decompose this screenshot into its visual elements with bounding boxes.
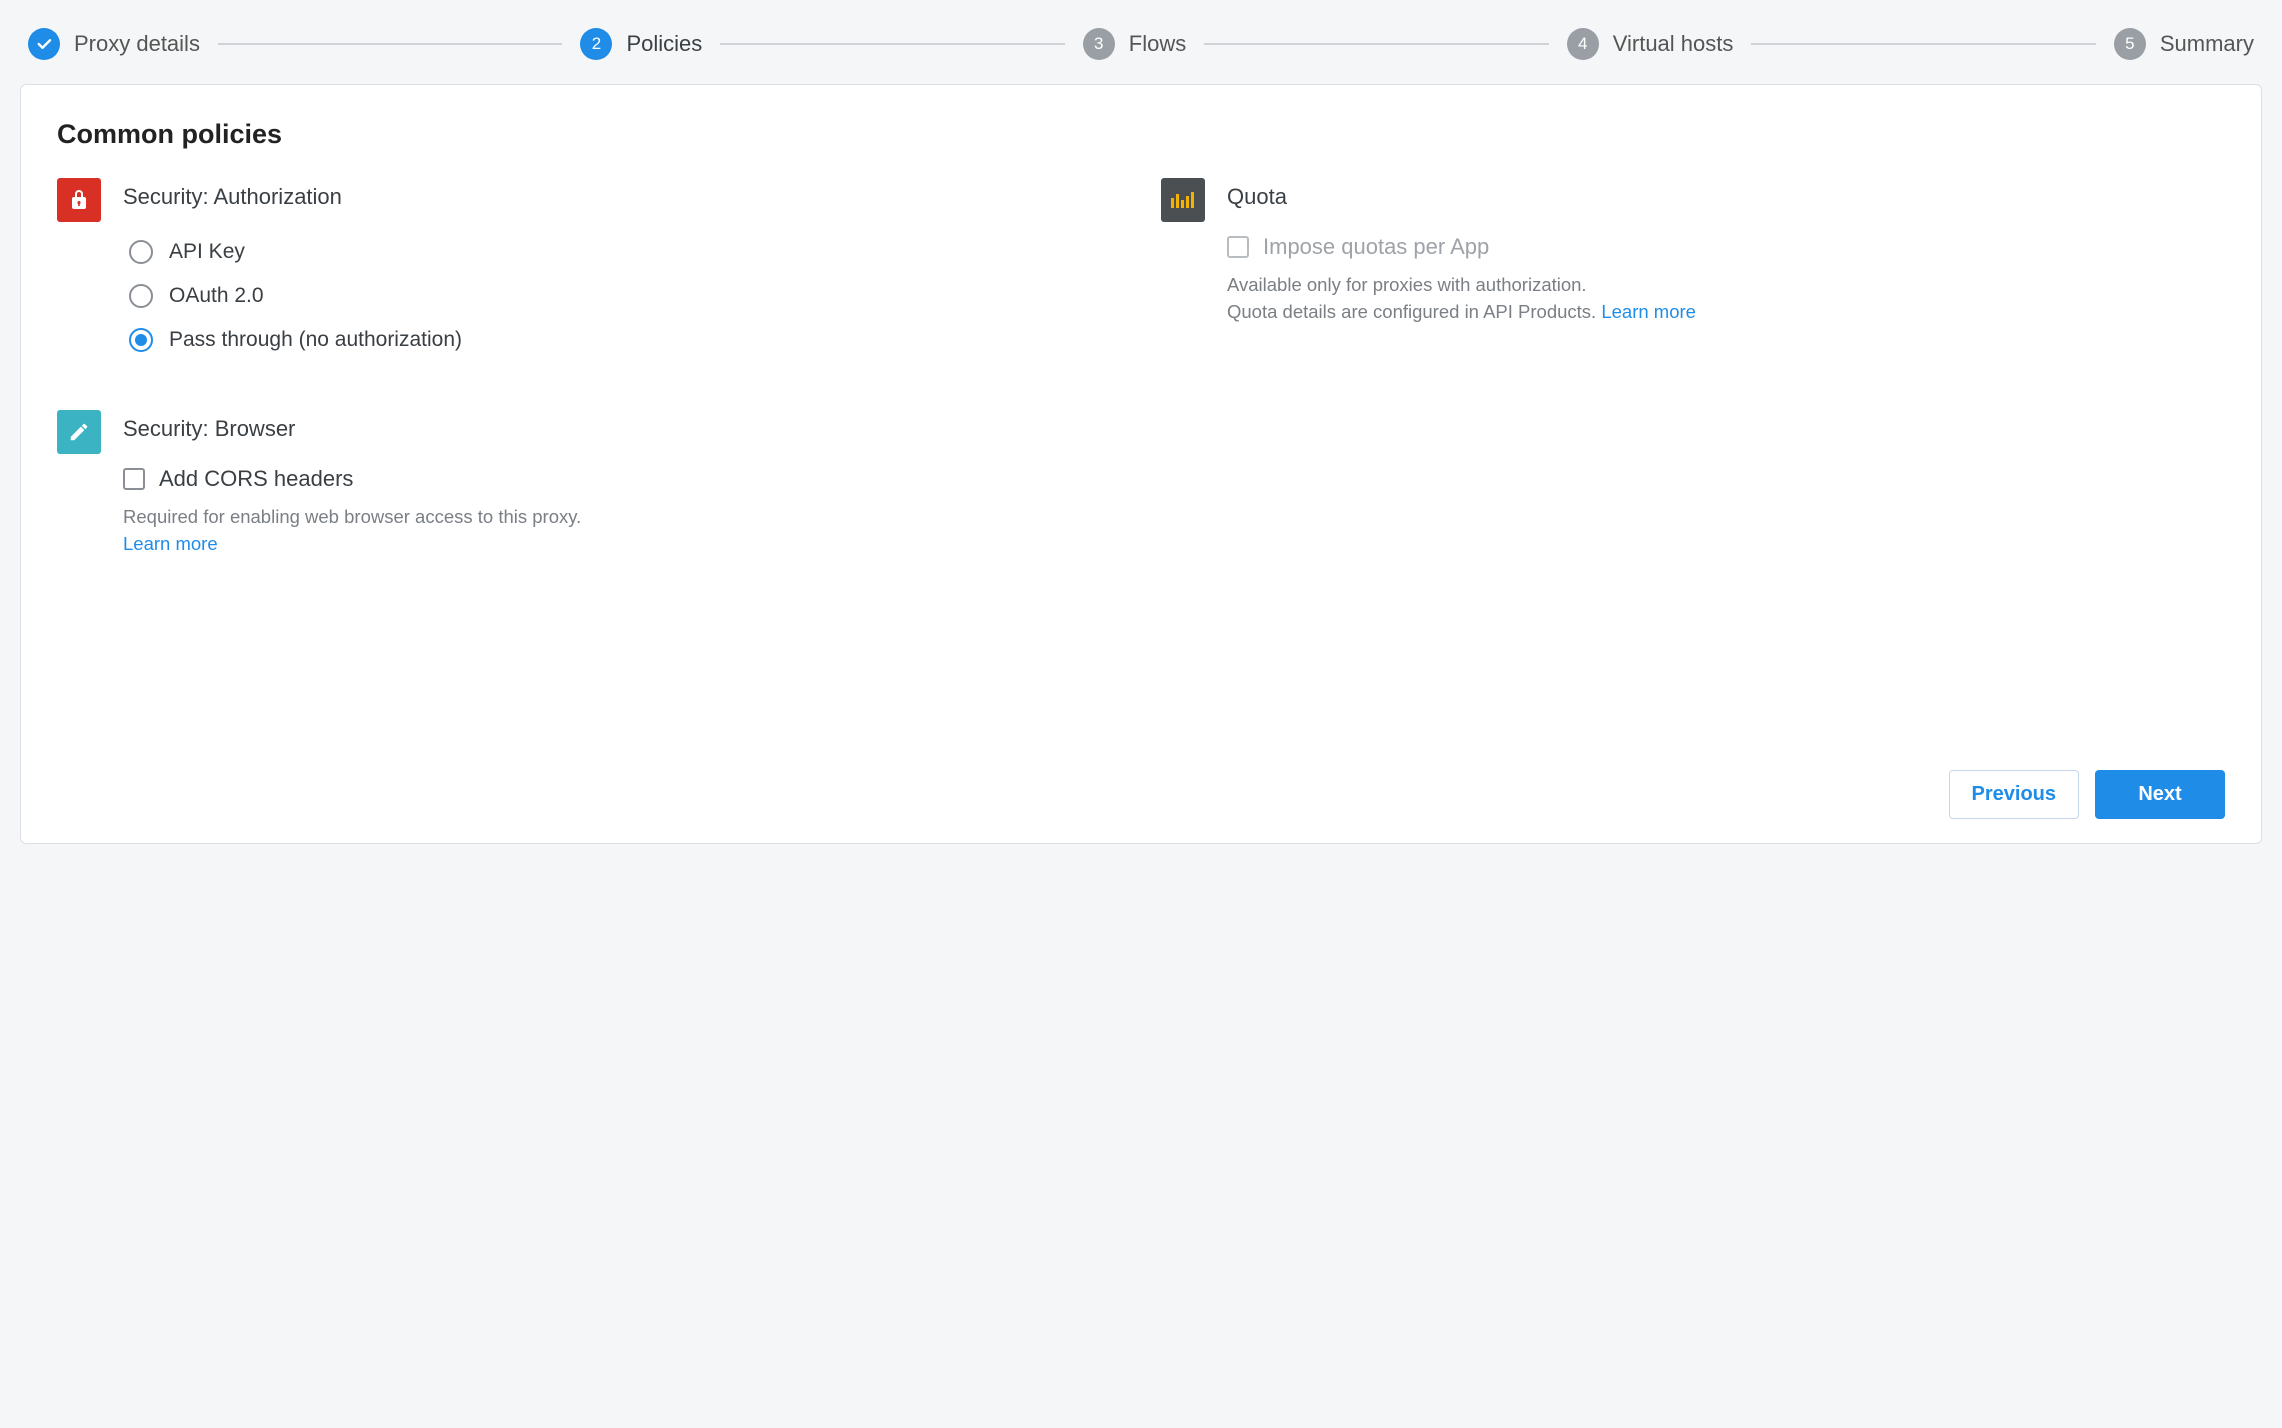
hint-text: Available only for proxies with authoriz…: [1227, 272, 2225, 326]
step-policies[interactable]: 2 Policies: [580, 28, 702, 60]
step-connector: [720, 43, 1065, 45]
wizard-footer: Previous Next: [57, 746, 2225, 819]
checkbox-icon: [123, 468, 145, 490]
step-label: Proxy details: [74, 31, 200, 57]
hint-line: Required for enabling web browser access…: [123, 506, 581, 527]
step-label: Summary: [2160, 31, 2254, 57]
step-number-icon: 4: [1567, 28, 1599, 60]
previous-button[interactable]: Previous: [1949, 770, 2079, 819]
checkbox-impose-quotas: Impose quotas per App: [1227, 230, 2225, 266]
section-quota: Quota Impose quotas per App Available on…: [1161, 178, 2225, 326]
radio-icon: [129, 284, 153, 308]
step-summary[interactable]: 5 Summary: [2114, 28, 2254, 60]
section-security-browser: Security: Browser Add CORS headers Requi…: [57, 410, 1121, 558]
bar-chart-icon: [1161, 178, 1205, 222]
radio-label: Pass through (no authorization): [169, 328, 462, 352]
wizard-stepper: Proxy details 2 Policies 3 Flows 4 Virtu…: [20, 20, 2262, 84]
step-proxy-details[interactable]: Proxy details: [28, 28, 200, 60]
checkbox-icon: [1227, 236, 1249, 258]
section-title: Security: Browser: [123, 416, 1121, 442]
hint-line: Quota details are configured in API Prod…: [1227, 301, 1596, 322]
step-virtual-hosts[interactable]: 4 Virtual hosts: [1567, 28, 1734, 60]
section-title: Security: Authorization: [123, 184, 1121, 210]
step-number-icon: 2: [580, 28, 612, 60]
section-title: Quota: [1227, 184, 2225, 210]
pencil-icon: [57, 410, 101, 454]
radio-api-key[interactable]: API Key: [123, 230, 1121, 274]
step-flows[interactable]: 3 Flows: [1083, 28, 1186, 60]
checkbox-add-cors-headers[interactable]: Add CORS headers: [123, 462, 1121, 498]
checkbox-label: Add CORS headers: [159, 466, 353, 492]
next-button[interactable]: Next: [2095, 770, 2225, 819]
radio-label: OAuth 2.0: [169, 284, 264, 308]
step-label: Flows: [1129, 31, 1186, 57]
step-number-icon: 5: [2114, 28, 2146, 60]
page-title: Common policies: [57, 119, 2225, 150]
hint-text: Required for enabling web browser access…: [123, 504, 1121, 558]
checkbox-label: Impose quotas per App: [1263, 234, 1489, 260]
radio-pass-through[interactable]: Pass through (no authorization): [123, 318, 1121, 362]
step-connector: [218, 43, 563, 45]
check-icon: [28, 28, 60, 60]
step-connector: [1204, 43, 1549, 45]
learn-more-link[interactable]: Learn more: [1601, 301, 1696, 322]
radio-icon: [129, 240, 153, 264]
step-number-icon: 3: [1083, 28, 1115, 60]
hint-line: Available only for proxies with authoriz…: [1227, 274, 1587, 295]
radio-label: API Key: [169, 240, 245, 264]
step-label: Virtual hosts: [1613, 31, 1734, 57]
learn-more-link[interactable]: Learn more: [123, 533, 218, 554]
lock-icon: [57, 178, 101, 222]
step-connector: [1751, 43, 2096, 45]
step-label: Policies: [626, 31, 702, 57]
radio-oauth[interactable]: OAuth 2.0: [123, 274, 1121, 318]
radio-icon: [129, 328, 153, 352]
policies-panel: Common policies Security: Authorization …: [20, 84, 2262, 844]
section-security-authorization: Security: Authorization API Key OAuth 2.…: [57, 178, 1121, 362]
